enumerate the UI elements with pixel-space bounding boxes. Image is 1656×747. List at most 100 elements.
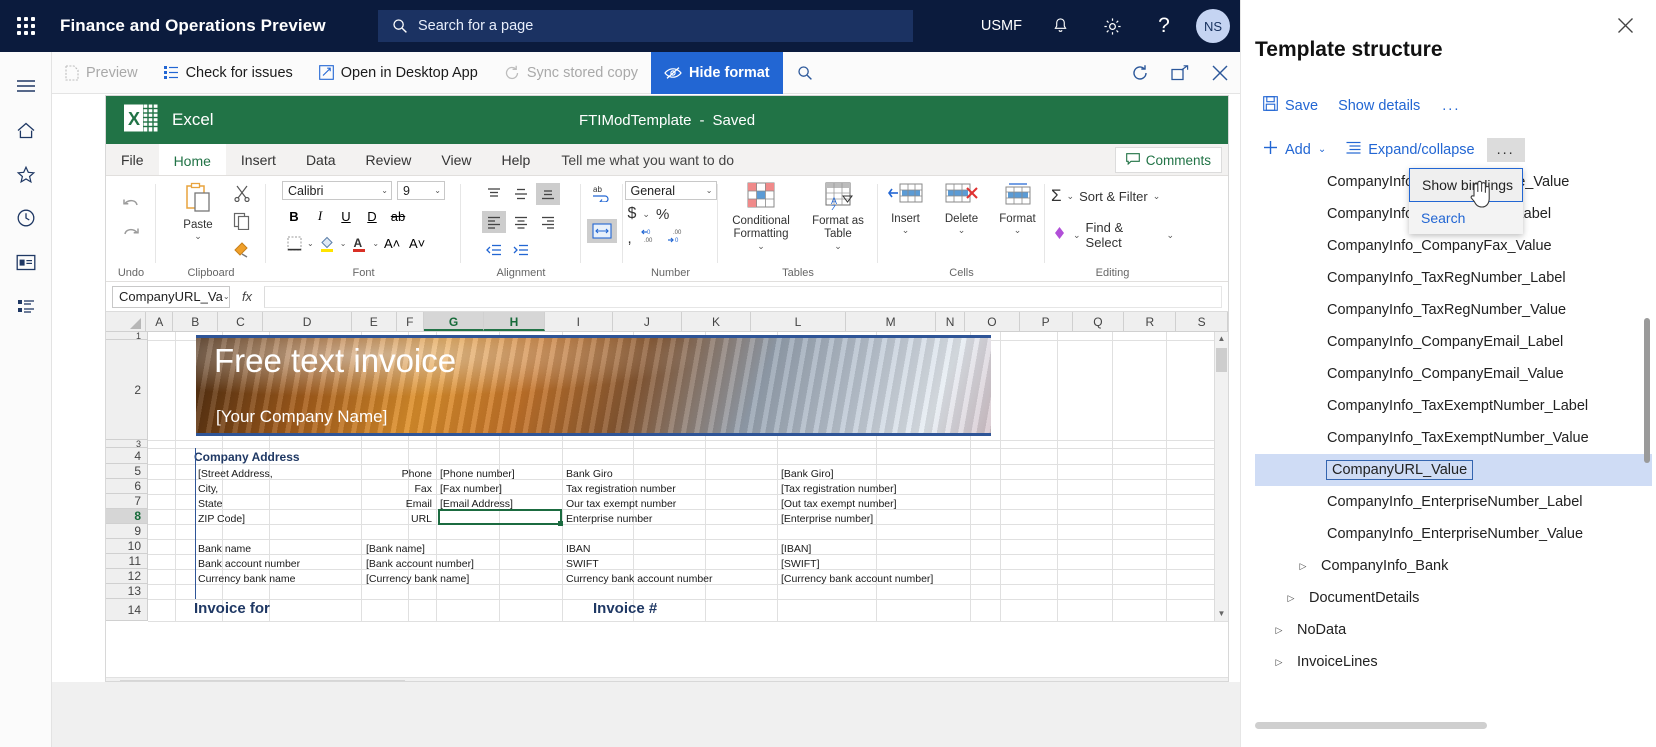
conditional-formatting-button[interactable]: Conditional Formatting ⌄ xyxy=(724,182,798,252)
cell-B10[interactable]: Bank name xyxy=(198,542,251,556)
insert-cells-button[interactable]: Insert ⌄ xyxy=(880,182,932,236)
column-header-S[interactable]: S xyxy=(1176,312,1228,331)
favorites-star-icon[interactable] xyxy=(0,152,52,196)
popout-window-icon[interactable] xyxy=(1160,52,1200,94)
tab-view[interactable]: View xyxy=(426,144,486,175)
font-name-select[interactable]: Calibri ⌄ xyxy=(282,181,392,200)
wrap-text-icon[interactable]: ab xyxy=(592,184,612,207)
tree-node-selected[interactable]: CompanyURL_Value xyxy=(1255,454,1652,486)
chevron-down-icon[interactable]: ⌄ xyxy=(194,231,202,242)
show-details-button[interactable]: Show details xyxy=(1330,94,1428,118)
chevron-down-icon[interactable]: ⌄ xyxy=(1067,191,1075,202)
cell-G6[interactable]: [Fax number] xyxy=(440,482,502,496)
chevron-down-icon[interactable]: ⌄ xyxy=(340,239,347,248)
cell-L8[interactable]: [Enterprise number] xyxy=(781,512,873,526)
row-header-7[interactable]: 7 xyxy=(106,494,147,509)
tab-insert[interactable]: Insert xyxy=(226,144,291,175)
cell-L7[interactable]: [Out tax exempt number] xyxy=(781,497,897,511)
cell-B5[interactable]: [Street Address, xyxy=(198,467,273,481)
chevron-down-icon[interactable]: ⌄ xyxy=(1166,230,1174,241)
number-format-select[interactable]: General ⌄ xyxy=(624,181,717,200)
row-header-11[interactable]: 11 xyxy=(106,554,147,569)
global-search-box[interactable]: Search for a page xyxy=(378,10,913,42)
cell-I6[interactable]: Tax registration number xyxy=(566,482,676,496)
column-header-A[interactable]: A xyxy=(146,312,174,331)
row-header-14[interactable]: 14 xyxy=(106,599,147,621)
column-header-J[interactable]: J xyxy=(612,312,682,331)
tree-node[interactable]: ▷ CompanyInfo_Bank xyxy=(1255,550,1652,582)
bold-icon[interactable]: B xyxy=(282,205,306,227)
sheet-canvas[interactable]: Free text invoice [Your Company Name] Co… xyxy=(148,332,1228,622)
cell-L12[interactable]: [Currency bank account number] xyxy=(781,572,933,586)
column-header-N[interactable]: N xyxy=(936,312,966,331)
increase-font-size-icon[interactable]: A˄ xyxy=(380,232,404,254)
avatar[interactable]: NS xyxy=(1196,9,1230,43)
scroll-down-icon[interactable]: ▼ xyxy=(1215,607,1228,621)
cell-I10[interactable]: IBAN xyxy=(566,542,591,556)
column-header-E[interactable]: E xyxy=(351,312,397,331)
chevron-down-icon[interactable]: ⌄ xyxy=(1153,191,1161,202)
column-header-P[interactable]: P xyxy=(1019,312,1073,331)
name-box[interactable]: CompanyURL_Va ⌄ xyxy=(112,285,230,308)
chevron-right-icon[interactable]: ▷ xyxy=(1283,593,1299,604)
notification-bell-icon[interactable] xyxy=(1034,0,1086,52)
save-button[interactable]: Save xyxy=(1255,92,1326,119)
align-left-icon[interactable] xyxy=(482,211,506,233)
recent-clock-icon[interactable] xyxy=(0,196,52,240)
add-button[interactable]: Add ⌄ xyxy=(1255,136,1334,163)
cell-B7[interactable]: State xyxy=(198,497,223,511)
cell-G5[interactable]: [Phone number] xyxy=(440,467,515,481)
align-center-icon[interactable] xyxy=(509,211,533,233)
column-header-M[interactable]: M xyxy=(846,312,937,331)
vertical-scrollbar[interactable]: ▲ ▼ xyxy=(1214,332,1228,621)
double-underline-icon[interactable]: D xyxy=(360,205,384,227)
cell-B11[interactable]: Bank account number xyxy=(198,557,300,571)
chevron-down-icon[interactable]: ⌄ xyxy=(757,241,765,252)
column-header-O[interactable]: O xyxy=(965,312,1020,331)
chevron-down-icon[interactable]: ⌄ xyxy=(1014,225,1022,236)
function-fx-icon[interactable]: fx xyxy=(230,289,264,304)
refresh-icon[interactable] xyxy=(1120,52,1160,94)
preview-button[interactable]: Preview xyxy=(52,52,151,94)
tab-help[interactable]: Help xyxy=(487,144,546,175)
row-header-10[interactable]: 10 xyxy=(106,539,147,554)
borders-icon[interactable] xyxy=(282,232,306,254)
menu-item-show-bindings[interactable]: Show bindings xyxy=(1409,168,1523,202)
decrease-indent-icon[interactable] xyxy=(482,239,506,261)
increase-decimal-icon[interactable]: 0.00 xyxy=(639,228,659,249)
row-header-4[interactable]: 4 xyxy=(106,448,147,464)
tree-node[interactable]: ▷ NoData xyxy=(1255,614,1652,646)
paste-button[interactable]: Paste ⌄ xyxy=(171,182,225,242)
close-icon[interactable] xyxy=(1610,10,1640,40)
help-question-icon[interactable]: ? xyxy=(1138,0,1190,52)
format-painter-icon[interactable] xyxy=(233,240,251,263)
chevron-down-icon[interactable]: ⌄ xyxy=(307,239,314,248)
decrease-decimal-icon[interactable]: .00 0 xyxy=(666,228,686,249)
scroll-up-icon[interactable]: ▲ xyxy=(1215,332,1228,346)
formula-input[interactable] xyxy=(264,285,1222,308)
cell-I12[interactable]: Currency bank account number xyxy=(566,572,713,586)
chevron-down-icon[interactable]: ⌄ xyxy=(372,239,379,248)
delete-cells-button[interactable]: Delete ⌄ xyxy=(936,182,988,236)
pane-horizontal-scrollbar[interactable] xyxy=(1255,722,1487,729)
column-header-K[interactable]: K xyxy=(681,312,752,331)
cell-B8[interactable]: ZIP Code] xyxy=(198,512,245,526)
cell-L6[interactable]: [Tax registration number] xyxy=(781,482,897,496)
cell-F8[interactable]: URL xyxy=(334,512,432,526)
waffle-grid-icon[interactable] xyxy=(0,0,52,52)
sync-stored-copy-button[interactable]: Sync stored copy xyxy=(491,52,651,94)
italic-icon[interactable]: I xyxy=(308,205,332,227)
column-header-D[interactable]: D xyxy=(263,312,352,331)
column-header-Q[interactable]: Q xyxy=(1072,312,1125,331)
cell-L5[interactable]: [Bank Giro] xyxy=(781,467,834,481)
find-select-label[interactable]: Find & Select xyxy=(1086,220,1162,250)
pane-overflow-second[interactable]: ... xyxy=(1486,137,1525,162)
column-header-R[interactable]: R xyxy=(1124,312,1177,331)
open-in-desktop-app-button[interactable]: Open in Desktop App xyxy=(306,52,491,94)
tree-node[interactable]: CompanyInfo_EnterpriseNumber_Value xyxy=(1255,518,1652,550)
tab-review[interactable]: Review xyxy=(351,144,427,175)
chevron-down-icon[interactable]: ⌄ xyxy=(902,225,910,236)
check-for-issues-button[interactable]: Check for issues xyxy=(151,52,306,94)
underline-icon[interactable]: U xyxy=(334,205,358,227)
chevron-down-icon[interactable]: ⌄ xyxy=(958,225,966,236)
